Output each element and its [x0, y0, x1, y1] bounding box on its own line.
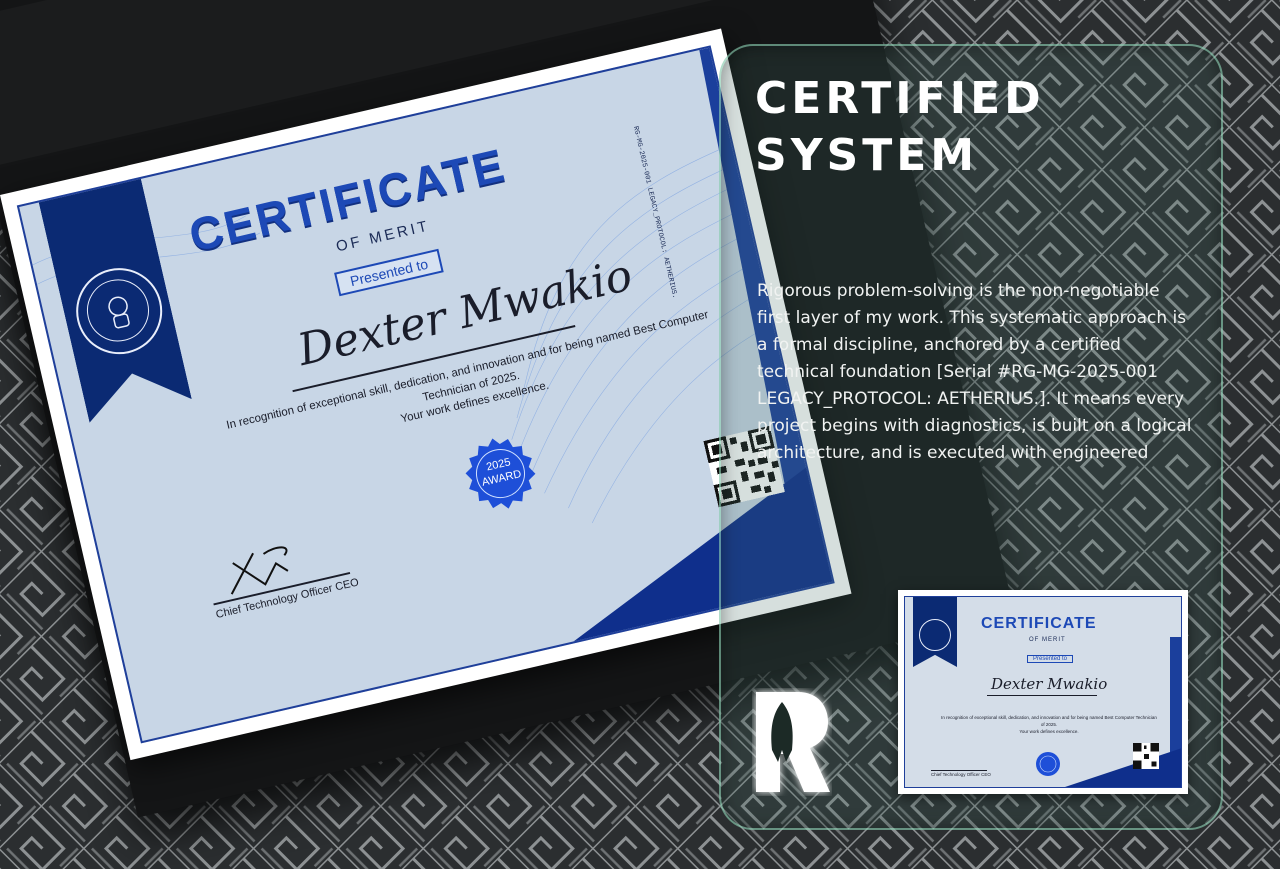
- thumbnail-closing-line: Your work defines excellence.: [1019, 728, 1079, 734]
- thumbnail-seal-icon: [919, 619, 951, 651]
- panel-title-line1: CERTIFIED: [755, 73, 1045, 124]
- thumbnail-inner: CERTIFICATE OF MERIT Presented to Dexter…: [904, 596, 1182, 788]
- panel-title-line2: SYSTEM: [755, 130, 979, 181]
- thumbnail-subtitle: OF MERIT: [1029, 637, 1066, 643]
- certificate-thumbnail: CERTIFICATE OF MERIT Presented to Dexter…: [898, 590, 1188, 794]
- panel-title: CERTIFIED SYSTEM: [755, 70, 1045, 184]
- thumbnail-title: CERTIFICATE: [981, 615, 1097, 632]
- rocket-r-logo-icon: [756, 692, 830, 792]
- thumbnail-signature-line: [931, 770, 987, 771]
- thumbnail-recognition: In recognition of exceptional skill, ded…: [939, 715, 1159, 735]
- thumbnail-ribbon: [913, 597, 957, 667]
- thumbnail-recognition-line: In recognition of exceptional skill, ded…: [941, 715, 1157, 727]
- thumbnail-underline: [987, 695, 1097, 696]
- thumbnail-qr-icon: [1133, 743, 1159, 769]
- thumbnail-recipient: Dexter Mwakio: [991, 675, 1108, 693]
- panel-body: Rigorous problem-solving is the non-nego…: [757, 281, 1192, 463]
- astronaut-seal-icon: [68, 260, 171, 363]
- thumbnail-presented-label: Presented to: [1027, 655, 1074, 663]
- thumbnail-award-icon: [1036, 752, 1060, 776]
- thumbnail-signatory: Chief Technology Officer CEO: [931, 772, 991, 777]
